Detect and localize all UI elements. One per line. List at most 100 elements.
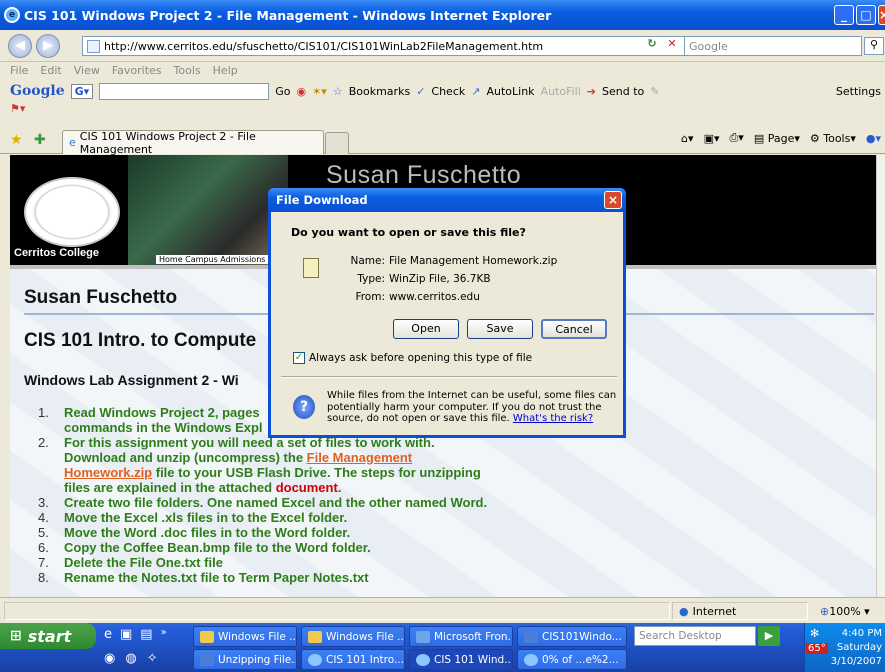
file-management-link[interactable]: File Management: [307, 450, 412, 465]
file-download-dialog: File Download × Do you want to open or s…: [268, 188, 626, 438]
dialog-close-button[interactable]: ×: [604, 191, 622, 209]
popup-blocker-icon[interactable]: ✶▾: [312, 85, 327, 98]
zoom-control[interactable]: ⊕100% ▾: [820, 605, 870, 618]
list-item: files are explained in the attached docu…: [24, 480, 824, 495]
dialog-title-bar[interactable]: File Download ×: [268, 188, 626, 212]
taskbar-label: 0% of ...e%2...: [542, 653, 619, 666]
zone-indicator[interactable]: ● Internet: [672, 602, 808, 620]
weather-badge[interactable]: 65°: [806, 643, 828, 654]
media-quicklaunch-icon[interactable]: ◉: [104, 651, 115, 666]
close-button[interactable]: ×: [878, 5, 885, 25]
site-nav[interactable]: Home Campus Admissions: [156, 255, 269, 264]
list-text: commands in the Windows Expl: [64, 420, 263, 435]
taskbar-label: Microsoft Fron...: [434, 630, 513, 643]
desktop-quicklaunch-icon[interactable]: ▤: [140, 627, 152, 642]
taskbar-download-progress[interactable]: 0% of ...e%2...: [517, 649, 627, 670]
list-num: 7.: [38, 555, 49, 570]
tray-icon[interactable]: ✻: [810, 627, 819, 640]
taskbar-windows-file-1[interactable]: Windows File ...: [193, 626, 297, 647]
outlook-quicklaunch-icon[interactable]: ▣: [120, 627, 132, 642]
home-icon[interactable]: ⌂▾: [681, 132, 694, 145]
homework-zip-link[interactable]: Homework.zip: [64, 465, 152, 480]
page-viewport[interactable]: Cerritos College Susan Fuschetto Home Ca…: [10, 155, 876, 597]
google-go-button[interactable]: Go: [275, 85, 290, 98]
start-button[interactable]: ⊞ start: [0, 623, 96, 649]
firefox-quicklaunch-icon[interactable]: ◍: [125, 651, 136, 666]
window-title-bar[interactable]: e CIS 101 Windows Project 2 - File Manag…: [0, 0, 885, 30]
cancel-button[interactable]: Cancel: [541, 319, 607, 339]
taskbar-cis101-wind[interactable]: CIS 101 Wind...: [409, 649, 513, 670]
minimize-button[interactable]: _: [834, 5, 854, 25]
list-text: Move the Word .doc files in to the Word …: [64, 525, 351, 540]
autofill-button[interactable]: AutoFill: [541, 85, 581, 98]
menu-tools[interactable]: Tools: [174, 64, 201, 77]
list-num: 3.: [38, 495, 49, 510]
author-heading: Susan Fuschetto: [24, 287, 178, 308]
address-input[interactable]: http://www.cerritos.edu/sfuschetto/CIS10…: [82, 36, 722, 56]
list-text: Download and unzip (uncompress) the: [64, 450, 307, 465]
list-text: files are explained in the attached: [64, 480, 276, 495]
name-label: Name:: [350, 255, 385, 267]
send-to-icon: ➔: [586, 84, 597, 98]
print-icon[interactable]: ⎙▾: [729, 131, 743, 145]
add-favorites-icon[interactable]: ✚: [34, 132, 46, 148]
help-icon[interactable]: ●▾: [866, 132, 881, 145]
tab-cis101[interactable]: e CIS 101 Windows Project 2 - File Manag…: [62, 130, 324, 156]
taskbar: ⊞ start e ▣ ▤ » ◉ ◍ ✧ Windows File ... W…: [0, 623, 885, 672]
google-menu-button[interactable]: G▾: [70, 83, 94, 99]
google-search-input[interactable]: [99, 82, 270, 100]
start-label: start: [27, 626, 72, 646]
taskbar-label: CIS 101 Intro....: [326, 653, 405, 666]
word-icon: [200, 653, 214, 666]
taskbar-cis101-intro[interactable]: CIS 101 Intro....: [301, 649, 405, 670]
settings-button[interactable]: Settings: [836, 85, 881, 98]
open-button[interactable]: Open: [393, 319, 459, 339]
college-seal-logo: [24, 177, 120, 247]
search-go-icon[interactable]: ▶: [758, 626, 780, 646]
maximize-button[interactable]: □: [856, 5, 876, 25]
menu-file[interactable]: File: [10, 64, 28, 77]
menu-edit[interactable]: Edit: [40, 64, 61, 77]
from-label: From:: [355, 291, 385, 303]
stop-icon[interactable]: ✕: [663, 37, 681, 55]
document-link[interactable]: document: [276, 480, 338, 495]
taskbar-cis101-doc[interactable]: CIS101Windo...: [517, 626, 627, 647]
save-button[interactable]: Save: [467, 319, 533, 339]
translate-toolbar: ⚑▾: [0, 102, 885, 124]
taskbar-unzipping[interactable]: Unzipping File...: [193, 649, 297, 670]
taskbar-frontpage[interactable]: Microsoft Fron...: [409, 626, 513, 647]
search-input[interactable]: Google: [684, 36, 862, 56]
highlight-icon[interactable]: ✎: [650, 85, 659, 98]
quicklaunch-overflow-icon[interactable]: »: [161, 627, 167, 642]
forward-button[interactable]: ▶: [36, 34, 60, 58]
menu-favorites[interactable]: Favorites: [112, 64, 162, 77]
checkbox-checked-icon[interactable]: ✓: [293, 352, 305, 364]
ie-quicklaunch-icon[interactable]: e: [104, 627, 112, 642]
vertical-scrollbar[interactable]: [876, 155, 885, 597]
desktop-search-input[interactable]: Search Desktop: [634, 626, 756, 646]
taskbar-windows-file-2[interactable]: Windows File ...: [301, 626, 405, 647]
feeds-icon[interactable]: ▣▾: [704, 132, 720, 145]
page-icon: [87, 39, 100, 53]
page-menu-button[interactable]: ▤ Page▾: [754, 132, 800, 145]
taskbar-label: Unzipping File...: [218, 653, 297, 666]
ie-icon: [308, 653, 322, 666]
bookmarks-button[interactable]: Bookmarks: [349, 85, 410, 98]
back-button[interactable]: ◀: [8, 34, 32, 58]
tools-menu-label: Tools: [823, 131, 851, 145]
translate-icon[interactable]: ⚑▾: [10, 102, 25, 115]
refresh-icon[interactable]: ↻: [643, 37, 661, 55]
tool-quicklaunch-icon[interactable]: ✧: [147, 651, 158, 666]
menu-view[interactable]: View: [74, 64, 100, 77]
search-icon[interactable]: ⚲: [864, 37, 884, 55]
check-button[interactable]: Check: [431, 85, 465, 98]
autolink-button[interactable]: AutoLink: [486, 85, 534, 98]
always-ask-checkbox[interactable]: ✓ Always ask before opening this type of…: [293, 352, 532, 364]
whats-the-risk-link[interactable]: What's the risk?: [513, 413, 593, 424]
tools-menu-button[interactable]: ⚙ Tools▾: [810, 132, 856, 145]
dialog-divider: [281, 376, 617, 378]
send-to-button[interactable]: Send to: [602, 85, 644, 98]
new-tab-button[interactable]: [325, 132, 349, 154]
favorites-star-icon[interactable]: ★: [10, 132, 23, 148]
menu-help[interactable]: Help: [213, 64, 238, 77]
